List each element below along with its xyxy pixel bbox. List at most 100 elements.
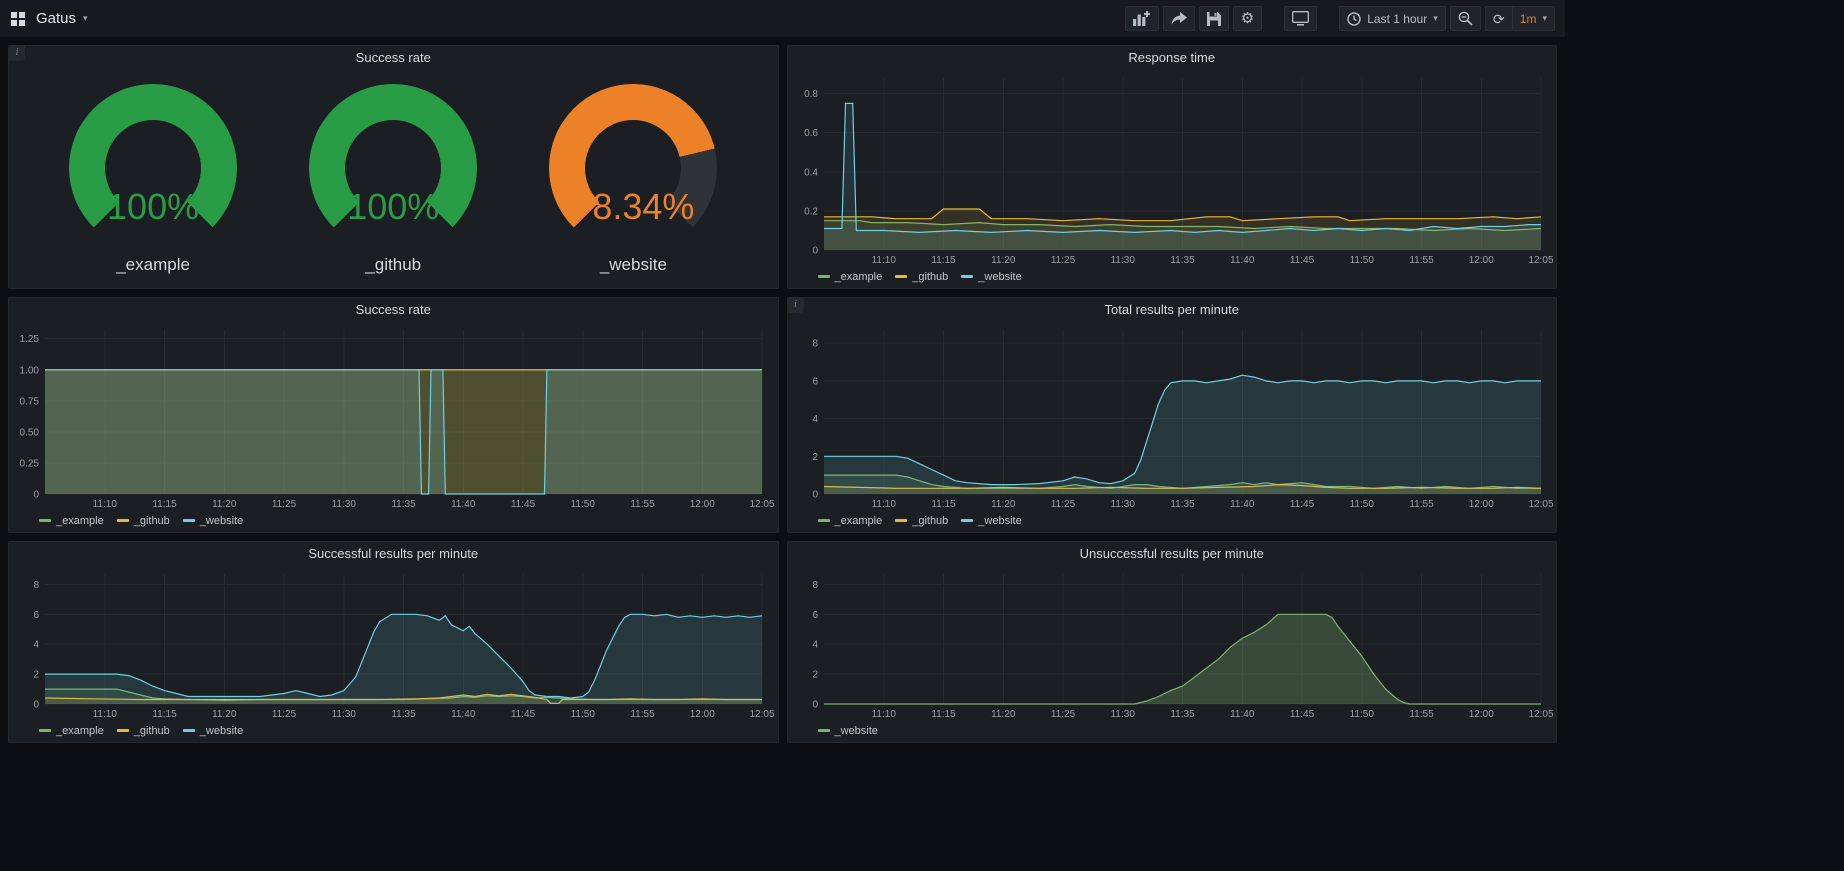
svg-text:12:05: 12:05 [749,499,774,510]
legend-series-name: _example [56,515,104,527]
svg-text:11:20: 11:20 [991,709,1016,720]
svg-text:11:10: 11:10 [871,709,896,720]
panel-info-icon[interactable]: i [788,298,804,313]
dashboards-grid-icon[interactable] [10,11,26,27]
legend-item[interactable]: _github [117,515,170,527]
legend-item[interactable]: _example [818,271,883,283]
svg-text:0.4: 0.4 [804,167,818,178]
panel-title[interactable]: Response time [788,46,1557,70]
chart-response-time[interactable]: 00.20.40.60.811:1011:1511:2011:2511:3011… [788,70,1557,268]
svg-text:6: 6 [33,610,39,621]
svg-text:2: 2 [33,670,39,681]
svg-text:11:10: 11:10 [871,499,896,510]
legend-item[interactable]: _github [895,515,948,527]
refresh-icon: ⟳ [1493,12,1505,26]
legend-item[interactable]: _github [117,725,170,737]
chevron-down-icon: ▾ [1433,14,1438,23]
legend-series-name: _example [835,515,883,527]
svg-text:1.00: 1.00 [20,365,40,376]
svg-text:2: 2 [812,670,818,681]
share-dashboard-button[interactable] [1163,6,1195,31]
svg-text:11:50: 11:50 [1349,255,1374,266]
svg-text:11:45: 11:45 [1289,499,1314,510]
zoom-out-time-range-button[interactable] [1450,6,1481,31]
legend-series-name: _github [912,515,948,527]
panel-successful-results: Successful results per minute 0246811:10… [8,541,779,743]
svg-text:12:00: 12:00 [1468,255,1493,266]
panel-title[interactable]: Total results per minute [788,298,1557,322]
chart-legend: _website [788,722,1557,742]
svg-text:12:00: 12:00 [1468,499,1493,510]
legend-series-name: _website [200,725,243,737]
time-range-picker-button[interactable]: Last 1 hour ▾ [1339,6,1446,31]
chart-success-rate[interactable]: 00.250.500.751.001.2511:1011:1511:2011:2… [9,322,778,512]
svg-text:11:55: 11:55 [1409,499,1434,510]
svg-text:8: 8 [33,580,39,591]
svg-text:11:55: 11:55 [630,499,655,510]
panel-title[interactable]: Unsuccessful results per minute [788,542,1557,566]
refresh-picker: ⟳ 1m ▾ [1485,6,1555,31]
legend-item[interactable]: _website [961,271,1021,283]
cycle-view-mode-button[interactable] [1284,6,1317,31]
panel-info-icon[interactable]: i [9,46,25,61]
panel-title[interactable]: Success rate [9,46,778,70]
panel-title[interactable]: Successful results per minute [9,542,778,566]
svg-text:0.6: 0.6 [804,128,818,139]
svg-text:0.25: 0.25 [20,458,40,469]
svg-text:11:45: 11:45 [1289,709,1314,720]
legend-item[interactable]: _github [895,271,948,283]
gauge-label: _github [365,255,421,275]
svg-text:11:55: 11:55 [1409,709,1434,720]
chart-successful-results[interactable]: 0246811:1011:1511:2011:2511:3011:3511:40… [9,566,778,722]
legend-item[interactable]: _website [183,725,243,737]
chart-unsuccessful-results[interactable]: 0246811:1011:1511:2011:2511:3011:3511:40… [788,566,1557,722]
svg-text:11:30: 11:30 [1110,709,1135,720]
svg-text:11:40: 11:40 [1230,499,1255,510]
dashboard-settings-button[interactable]: ⚙ [1233,6,1262,31]
svg-text:0: 0 [812,246,818,257]
svg-text:11:15: 11:15 [931,499,956,510]
panel-unsuccessful-results: Unsuccessful results per minute 0246811:… [787,541,1558,743]
svg-text:12:05: 12:05 [1528,255,1553,266]
svg-text:1.25: 1.25 [20,334,40,345]
gauge-arc: 100% [309,84,477,252]
panel-title[interactable]: Success rate [9,298,778,322]
gauge-row: 100% _example 100% _github 78.34% _websi… [9,70,778,288]
svg-text:11:45: 11:45 [511,499,536,510]
svg-text:0: 0 [33,490,39,501]
svg-text:11:55: 11:55 [1409,255,1434,266]
svg-text:4: 4 [812,414,818,425]
chevron-down-icon: ▾ [83,14,88,23]
svg-text:11:35: 11:35 [1170,709,1195,720]
gauge-github: 100% _github [309,84,477,275]
add-panel-button[interactable] [1125,6,1159,31]
svg-text:11:25: 11:25 [1050,709,1075,720]
dashboard-title: Gatus [36,10,76,27]
legend-item[interactable]: _website [961,515,1021,527]
save-dashboard-button[interactable] [1199,6,1229,31]
legend-item[interactable]: _example [39,515,104,527]
legend-item[interactable]: _website [183,515,243,527]
refresh-interval-dropdown[interactable]: 1m ▾ [1512,6,1555,31]
legend-series-name: _github [134,515,170,527]
legend-series-name: _example [56,725,104,737]
svg-text:11:10: 11:10 [93,499,118,510]
legend-item[interactable]: _example [39,725,104,737]
legend-swatch [183,519,195,522]
legend-item[interactable]: _website [818,725,878,737]
dashboard-title-dropdown[interactable]: Gatus ▾ [36,10,88,27]
legend-swatch [117,519,129,522]
refresh-dashboard-button[interactable]: ⟳ [1485,6,1512,31]
chart-total-results[interactable]: 0246811:1011:1511:2011:2511:3011:3511:40… [788,322,1557,512]
svg-text:12:05: 12:05 [1528,709,1553,720]
chart-legend: _example _github _website [9,722,778,742]
svg-text:0.50: 0.50 [20,427,40,438]
legend-item[interactable]: _example [818,515,883,527]
gauge-arc: 100% [69,84,237,252]
svg-text:11:20: 11:20 [212,499,237,510]
svg-text:4: 4 [812,640,818,651]
svg-text:11:25: 11:25 [272,709,297,720]
svg-text:0.8: 0.8 [804,89,818,100]
svg-text:12:00: 12:00 [1468,709,1493,720]
legend-series-name: _example [835,271,883,283]
